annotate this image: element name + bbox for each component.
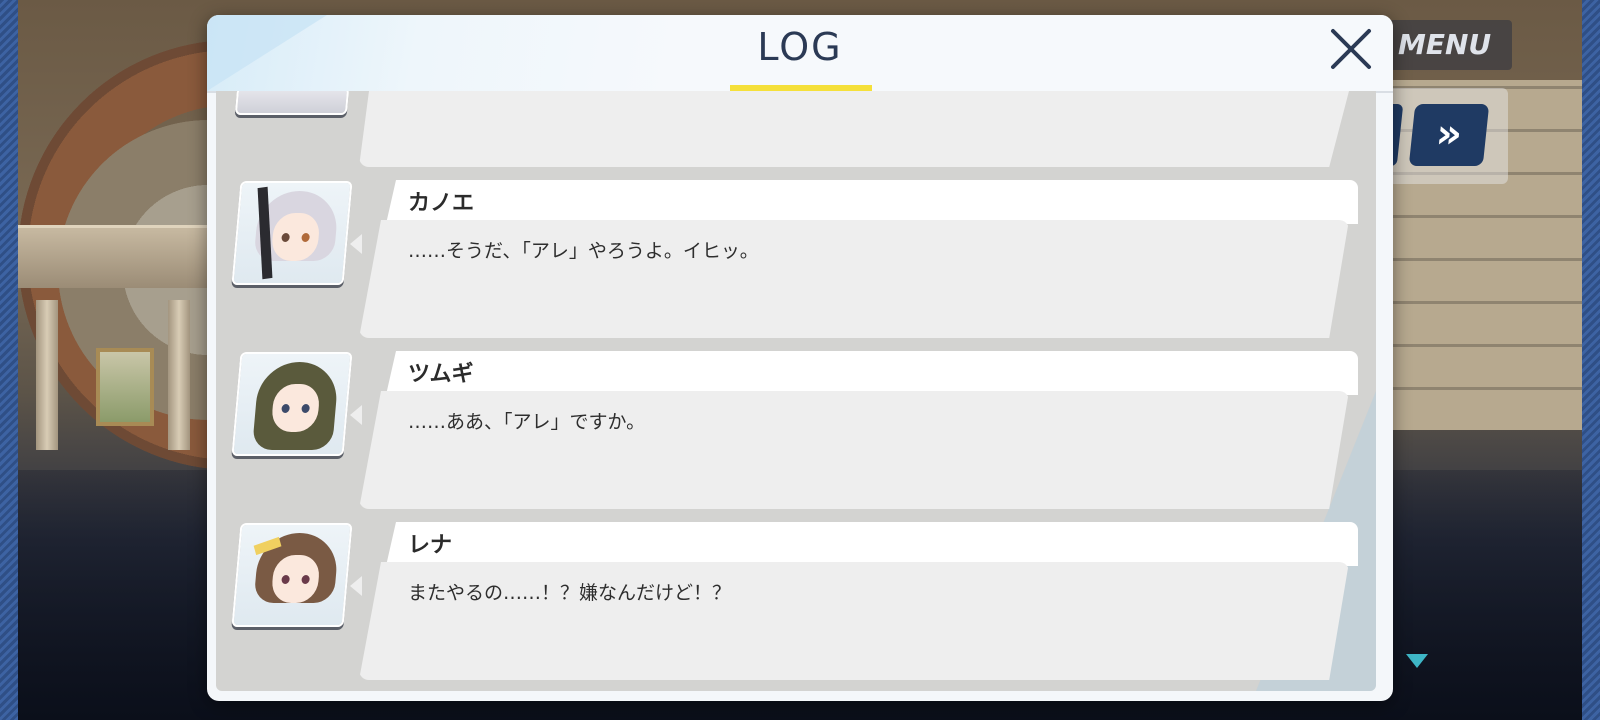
character-avatar: [234, 91, 350, 115]
fast-forward-icon: »: [1433, 111, 1465, 157]
speaker-name: ツムギ: [408, 362, 474, 387]
speaker-name-plate: [386, 351, 1358, 395]
right-border-stripe: [1582, 0, 1600, 720]
close-button[interactable]: [1327, 25, 1375, 73]
dialog-pointer: [350, 234, 362, 254]
background-column: [168, 300, 190, 450]
rena-portrait-icon: [231, 523, 353, 627]
dialog-pointer: [350, 405, 362, 425]
menu-button[interactable]: MENU: [1380, 20, 1512, 70]
dialog-text: またやるの……！？嫌なんだけど！？: [408, 582, 732, 604]
log-title: LOG: [757, 25, 843, 69]
speaker-name: カノエ: [408, 191, 475, 216]
dialog-text: ……ああ、「アレ」ですか。: [408, 411, 646, 433]
log-header: LOG: [207, 15, 1393, 93]
close-icon: [1331, 29, 1371, 69]
left-border-stripe: [0, 0, 18, 720]
speaker-name: レナ: [408, 533, 453, 558]
dialog-pointer: [350, 576, 362, 596]
log-dialog: LOG カノエ ……そうだ、「アレ」やろうよ。イヒッ。 ツムギ ……ああ、「アレ…: [207, 15, 1393, 701]
skip-button[interactable]: »: [1408, 104, 1490, 166]
speaker-name-plate: [386, 180, 1358, 224]
dialog-text-box: [359, 91, 1349, 167]
next-indicator-icon: [1406, 654, 1428, 668]
background-balcony: [18, 225, 218, 288]
speaker-name-plate: [386, 522, 1358, 566]
dialog-text: ……そうだ、「アレ」やろうよ。イヒッ。: [408, 240, 759, 262]
log-entry: カノエ ……そうだ、「アレ」やろうよ。イヒッ。: [216, 180, 1376, 340]
log-list[interactable]: カノエ ……そうだ、「アレ」やろうよ。イヒッ。 ツムギ ……ああ、「アレ」ですか…: [216, 91, 1376, 691]
log-entry: ツムギ ……ああ、「アレ」ですか。: [216, 351, 1376, 511]
tsumugi-portrait-icon: [231, 352, 353, 456]
background-column: [36, 300, 58, 450]
kanoe-portrait-icon: [231, 181, 353, 285]
background-painting: [96, 348, 154, 426]
log-entry: レナ またやるの……！？嫌なんだけど！？: [216, 522, 1376, 682]
